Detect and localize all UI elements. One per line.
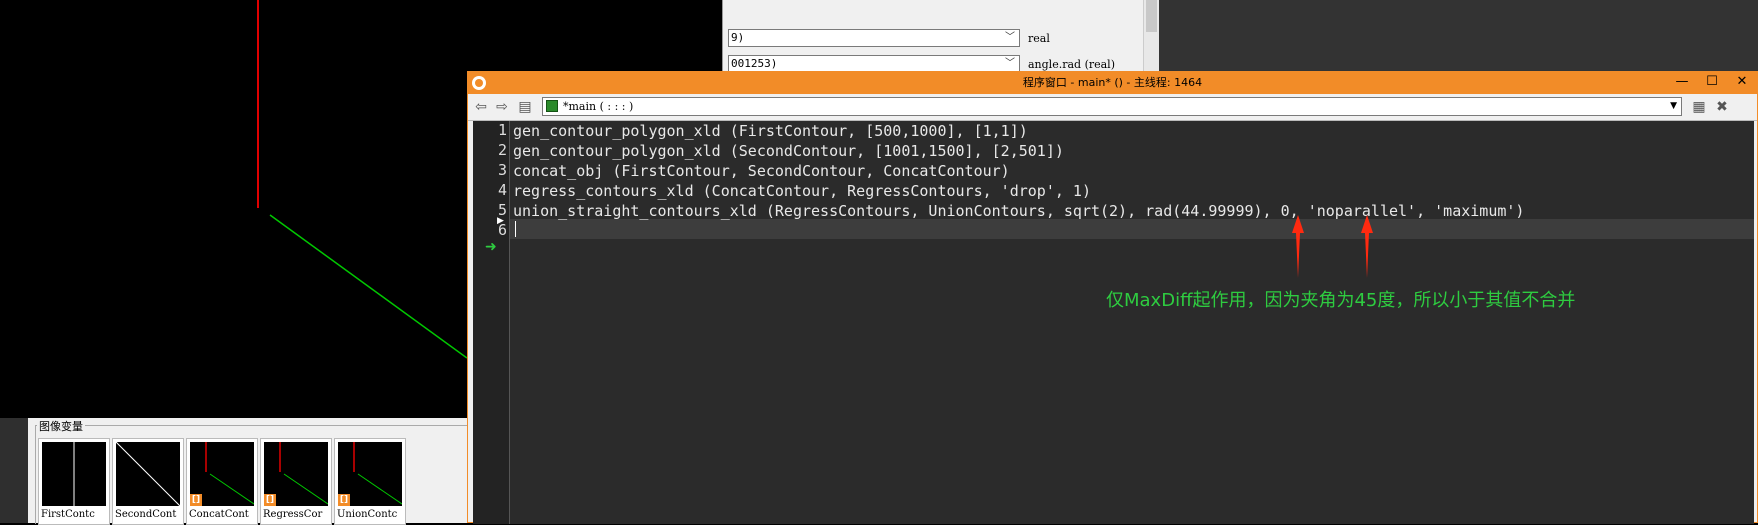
annotation-arrow-icon bbox=[1361, 215, 1373, 278]
tuple-badge-icon: [] bbox=[264, 494, 276, 506]
procedure-select[interactable]: *main ( : : : ) ▼ bbox=[542, 97, 1682, 116]
line-number-gutter[interactable]: 1 2 3 4 5 6 ▶ ➜ bbox=[473, 121, 510, 524]
text-caret bbox=[515, 221, 516, 237]
line-number: 2 bbox=[497, 141, 507, 159]
code-line[interactable]: regress_contours_xld (ConcatContour, Reg… bbox=[513, 181, 1091, 201]
close-button[interactable]: ✕ bbox=[1727, 72, 1757, 92]
scroll-thumb[interactable] bbox=[1146, 0, 1157, 32]
program-title: 程序窗口 - main* () - 主线程: 1464 bbox=[1022, 76, 1203, 89]
param-row: 9) ﹀ real bbox=[728, 28, 1050, 48]
procedure-icon bbox=[546, 100, 558, 112]
line-number: 1 bbox=[497, 121, 507, 139]
thumb-label: RegressCor bbox=[263, 509, 323, 520]
second-contour-line bbox=[269, 214, 467, 359]
param-value-select[interactable]: 9) ﹀ bbox=[728, 29, 1020, 47]
variable-thumb-second-contour[interactable]: SecondCont bbox=[112, 438, 184, 525]
param-value: 9) bbox=[731, 31, 745, 44]
variable-thumb-union-contours[interactable]: [] UnionContc bbox=[334, 438, 406, 525]
insert-cursor-marker-icon: ▶ bbox=[497, 216, 504, 226]
var-left-strip bbox=[0, 418, 28, 523]
thumb-label: UnionContc bbox=[337, 509, 398, 520]
code-editor[interactable]: 1 2 3 4 5 6 ▶ ➜ gen_contour_polygon_xld … bbox=[473, 121, 1754, 524]
param-scrollbar[interactable] bbox=[1143, 0, 1159, 72]
code-line[interactable]: gen_contour_polygon_xld (SecondContour, … bbox=[513, 141, 1064, 161]
thumb-label: ConcatCont bbox=[189, 509, 249, 520]
image-variables-label: 图像变量 bbox=[37, 418, 85, 434]
procedure-settings-icon[interactable]: ▦ bbox=[1690, 98, 1708, 116]
code-line[interactable]: concat_obj (FirstContour, SecondContour,… bbox=[513, 161, 1010, 181]
chevron-down-icon: ﹀ bbox=[1005, 32, 1015, 43]
line-number: 4 bbox=[497, 181, 507, 199]
thumb-image bbox=[116, 442, 180, 506]
program-toolbar: ⇦ ⇨ ▤ *main ( : : : ) ▼ ▦ ✖ bbox=[468, 94, 1757, 121]
procedure-name: *main ( : : : ) bbox=[563, 100, 634, 113]
maximize-button[interactable]: ☐ bbox=[1697, 72, 1727, 92]
variable-thumb-concat-contour[interactable]: [] ConcatCont bbox=[186, 438, 258, 525]
thumb-image bbox=[42, 442, 106, 506]
code-line[interactable]: gen_contour_polygon_xld (FirstContour, [… bbox=[513, 121, 1028, 141]
graphics-canvas bbox=[257, 0, 467, 359]
param-type: real bbox=[1028, 31, 1050, 45]
background-area bbox=[1158, 0, 1758, 72]
variable-thumb-regress-contours[interactable]: [] RegressCor bbox=[260, 438, 332, 525]
delete-procedure-icon[interactable]: ✖ bbox=[1713, 98, 1731, 116]
annotation-arrow-icon bbox=[1292, 215, 1304, 278]
chevron-down-icon: ▼ bbox=[1670, 101, 1677, 111]
forward-arrow-icon[interactable]: ⇨ bbox=[493, 98, 511, 116]
current-line-highlight bbox=[510, 219, 1754, 239]
tuple-badge-icon: [] bbox=[338, 494, 350, 506]
chevron-down-icon: ﹀ bbox=[1005, 58, 1015, 69]
graphics-window[interactable] bbox=[0, 0, 467, 418]
param-type: angle.rad (real) bbox=[1028, 57, 1115, 71]
annotation-text: 仅MaxDiff起作用，因为夹角为45度，所以小于其值不合并 bbox=[1106, 290, 1576, 311]
param-value: 001253) bbox=[731, 57, 778, 70]
program-titlebar[interactable]: 程序窗口 - main* () - 主线程: 1464 — ☐ ✕ bbox=[468, 72, 1757, 94]
thumb-label: SecondCont bbox=[115, 509, 177, 520]
variable-window: 图像变量 FirstContc SecondCont [] ConcatCont… bbox=[0, 418, 468, 525]
annotation-arrows bbox=[1292, 215, 1373, 278]
thumb-label: FirstContc bbox=[41, 509, 95, 520]
minimize-button[interactable]: — bbox=[1667, 72, 1697, 92]
tuple-badge-icon: [] bbox=[190, 494, 202, 506]
variable-thumb-first-contour[interactable]: FirstContc bbox=[38, 438, 110, 525]
line-number: 3 bbox=[497, 161, 507, 179]
back-arrow-icon[interactable]: ⇦ bbox=[472, 98, 490, 116]
program-counter-icon: ➜ bbox=[485, 239, 497, 255]
parameter-window: 9) ﹀ real 001253) ﹀ angle.rad (real) bbox=[722, 0, 1159, 73]
insert-icon[interactable]: ▤ bbox=[516, 98, 534, 116]
